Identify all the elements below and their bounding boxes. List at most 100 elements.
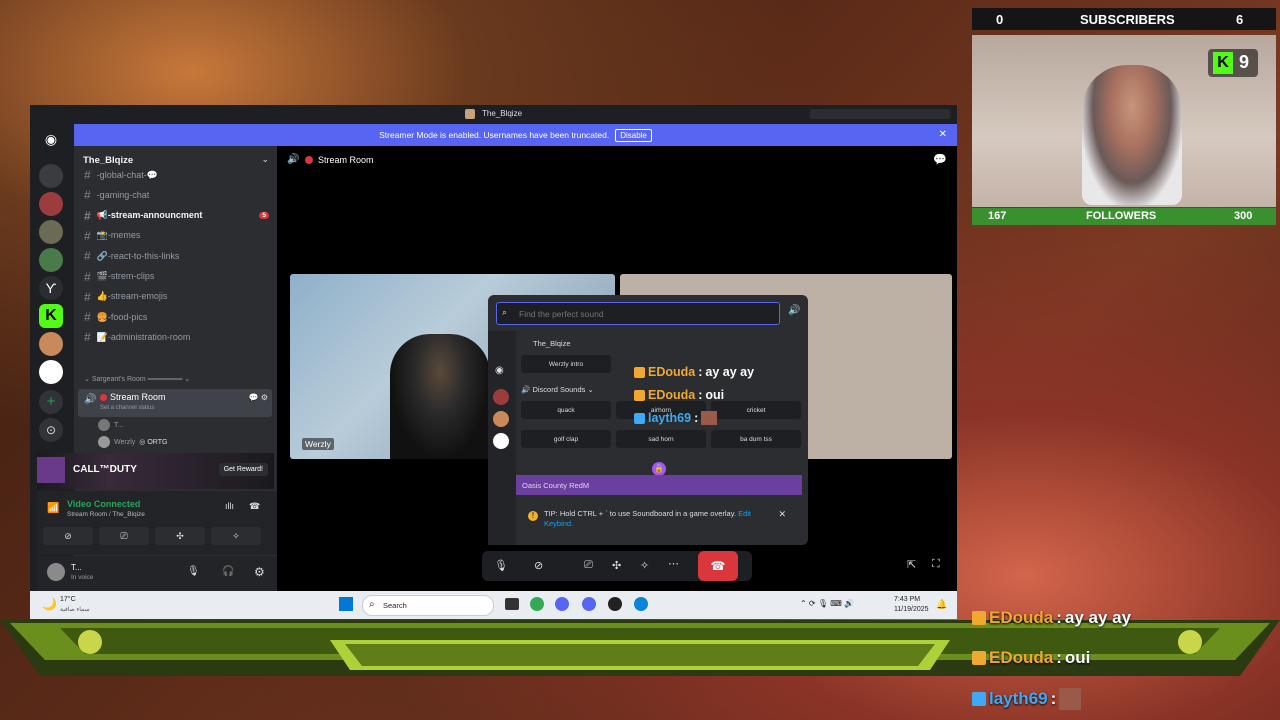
mic-icon[interactable]: 🎙 [494, 559, 508, 572]
channel-item[interactable]: # -gaming-chat [84, 186, 269, 204]
screen-share-button[interactable]: ⎚ [99, 527, 149, 545]
hangup-button[interactable]: ☎ [698, 551, 738, 581]
voice-channel-stream-room[interactable]: 🔊 Stream Room Set a channel status 💬 ⚙ [78, 389, 272, 417]
channel-actions-icons[interactable]: 💬 ⚙ [249, 393, 268, 402]
server-icon[interactable] [493, 433, 509, 449]
hash-icon: # [84, 269, 91, 284]
sound-button[interactable]: Werzly intro [521, 355, 611, 373]
close-icon[interactable]: ✕ [778, 509, 786, 519]
subs-label: SUBSCRIBERS [1080, 12, 1175, 27]
chrome-icon[interactable] [530, 597, 544, 611]
channel-item[interactable]: # 👍-stream-emojis [84, 288, 269, 306]
explore-icon[interactable]: ⊙ [39, 418, 63, 442]
hash-icon: # [84, 228, 91, 243]
discord-icon[interactable]: ◉ [495, 365, 504, 376]
kick-server-icon[interactable]: K [39, 304, 63, 328]
channel-status[interactable]: Set a channel status [100, 405, 154, 411]
server-icon[interactable] [493, 389, 509, 405]
avatar[interactable] [47, 563, 65, 581]
discord-icon[interactable] [582, 597, 596, 611]
overlay-chat-line: EDouda: oui [634, 388, 724, 402]
sound-button[interactable]: cricket [711, 401, 801, 419]
disable-button[interactable]: Disable [615, 128, 652, 142]
channel-item[interactable]: # 🎬-strem-clips [84, 268, 269, 286]
crown-icon [972, 611, 986, 625]
soundboard-icon[interactable]: ✧ [640, 559, 649, 572]
user-name[interactable]: T... [71, 563, 82, 572]
server-icon[interactable] [39, 332, 63, 356]
avatar [98, 436, 110, 448]
sound-button[interactable]: golf clap [521, 430, 611, 448]
channel-item[interactable]: # -global-chat-💬 [84, 166, 269, 184]
server-icon[interactable] [39, 360, 63, 384]
get-reward-button[interactable]: Get Reward! [218, 463, 268, 476]
channel-label: 📸-memes [96, 230, 141, 241]
clock-time[interactable]: 7:43 PM [894, 596, 920, 603]
screen-share-icon[interactable]: ⎚ [584, 559, 593, 572]
channel-item[interactable]: # 🍔-food-pics [84, 308, 269, 326]
soundboard-button[interactable]: ✧ [211, 527, 261, 545]
edge-icon[interactable] [634, 597, 648, 611]
promo-banner[interactable]: CALL™DUTY Get Reward! [37, 453, 274, 489]
activities-button[interactable]: ✣ [155, 527, 205, 545]
server-icon[interactable] [493, 411, 509, 427]
sound-button[interactable]: ba dum tss [711, 430, 801, 448]
headphones-icon[interactable]: 🎧 [222, 566, 234, 577]
weather-temp[interactable]: 17°C [60, 596, 76, 603]
weather-icon[interactable]: 🌙 [42, 597, 57, 611]
hash-icon: # [84, 208, 91, 223]
noise-icon[interactable]: ıllı [225, 501, 234, 511]
channel-item[interactable]: # 🔗-react-to-this-links [84, 247, 269, 265]
server-icon[interactable] [39, 192, 63, 216]
search-input[interactable] [517, 306, 771, 321]
chat-icon[interactable]: 💬 [933, 153, 947, 166]
channel-item[interactable]: # 📸-memes [84, 227, 269, 245]
voice-user[interactable]: T... [98, 419, 123, 431]
app-icon[interactable] [555, 597, 569, 611]
voice-user[interactable]: Werzly ◎ ORTG [98, 436, 167, 448]
voice-status-panel: 📶 Video Connected Stream Room / The_Blqi… [37, 491, 277, 555]
clock-date[interactable]: 11/19/2025 [894, 606, 929, 613]
app-icon[interactable] [608, 597, 622, 611]
fullscreen-icon[interactable]: ⛶ [932, 558, 940, 571]
notification-icon[interactable]: 🔔 [936, 599, 947, 610]
locked-section[interactable]: Oasis County RedM [516, 475, 802, 495]
section-label[interactable]: 🔊 Discord Sounds ⌄ [521, 385, 594, 394]
windows-start-icon[interactable] [339, 597, 353, 611]
server-icon[interactable]: Ƴ [39, 276, 63, 300]
channel-item[interactable]: # 📢-stream-announcment 5 [84, 207, 269, 225]
camera-off-icon[interactable]: ⊘ [534, 559, 543, 572]
chevron-down-icon[interactable]: ⌄ [261, 154, 269, 165]
channel-label: -global-chat-💬 [96, 169, 158, 180]
video-connected-label[interactable]: Video Connected [67, 499, 140, 509]
popout-icon[interactable]: ⇱ [907, 558, 916, 571]
server-icon[interactable] [39, 220, 63, 244]
add-server-icon[interactable]: + [39, 390, 63, 414]
volume-icon[interactable]: 🔊 [788, 305, 800, 316]
stats-readout [810, 109, 950, 119]
category-label[interactable]: ⌄ Sargeant's Room ═══════ ⌄ [84, 375, 190, 383]
disconnect-icon[interactable]: ☎ [249, 501, 260, 512]
close-icon[interactable]: ✕ [939, 129, 947, 140]
discord-home-icon[interactable]: ◉ [39, 127, 63, 151]
voice-location[interactable]: Stream Room / The_Blqize [67, 511, 145, 518]
app-icon[interactable] [505, 598, 519, 610]
server-name[interactable]: The_Blqize [83, 155, 133, 166]
channel-label: 📢-stream-announcment [96, 210, 203, 221]
sound-button[interactable]: quack [521, 401, 611, 419]
camera-off-button[interactable]: ⊘ [43, 527, 93, 545]
activities-icon[interactable]: ✣ [612, 559, 621, 572]
gear-icon[interactable]: ⚙ [254, 565, 265, 579]
taskbar-search[interactable]: ⌕ Search [362, 595, 494, 616]
sound-search-field[interactable]: ⌕ [496, 302, 780, 325]
section-label[interactable]: The_Blqize [533, 339, 571, 348]
hash-icon: # [84, 249, 91, 264]
tray-icons[interactable]: ⌃ ⟳ 🎙 ⌨ 🔊 [800, 599, 854, 608]
video-label: Werzly [302, 438, 334, 450]
channel-item[interactable]: # 📝-administration-room [84, 328, 269, 346]
mic-icon[interactable]: 🎙 [187, 566, 200, 577]
server-icon[interactable] [39, 164, 63, 188]
more-icon[interactable]: ⋯ [668, 557, 679, 570]
server-icon[interactable] [39, 248, 63, 272]
sound-button[interactable]: sad horn [616, 430, 706, 448]
